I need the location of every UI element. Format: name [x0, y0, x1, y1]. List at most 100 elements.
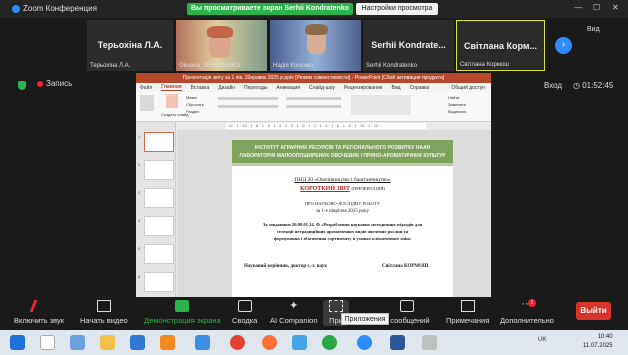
view-settings-button[interactable]: Настройки просмотра: [356, 3, 438, 15]
ppt-title-bar: Презентація звіту за 1 пів. 20нравок 202…: [136, 73, 491, 83]
slide-thumbnail[interactable]: [144, 132, 174, 152]
more-button[interactable]: ··· 1 Дополнительно: [500, 299, 554, 326]
paragraph-row[interactable]: [286, 97, 341, 100]
app-icon[interactable]: [422, 335, 437, 350]
chat-button[interactable]: и сообщений: [384, 300, 430, 325]
participant-tile[interactable]: Терьохіна Л.А. Терьохіна Л.А.: [87, 20, 173, 71]
ppt-tab-home[interactable]: Главная: [161, 84, 182, 91]
windows-start-icon[interactable]: [10, 335, 25, 350]
minimize-button[interactable]: —: [574, 3, 582, 12]
task-line-3: формування і збагачення сортименту в умо…: [273, 236, 412, 241]
pnd-line: ПНД 20 «Овочівництво і баштанництво»: [232, 177, 453, 183]
supervisor-name: Світлана КОРМОШ: [382, 264, 429, 269]
current-slide[interactable]: ІНСТИТУТ АГРАРНИХ РЕСУРСІВ ТА РЕГІОНАЛЬН…: [232, 140, 453, 297]
torrent-icon[interactable]: [322, 335, 337, 350]
app-icon[interactable]: [292, 335, 307, 350]
ppt-tab-review[interactable]: Рецензирование: [344, 85, 383, 91]
maximize-button[interactable]: ☐: [593, 3, 600, 12]
slide-header: ІНСТИТУТ АГРАРНИХ РЕСУРСІВ ТА РЕГІОНАЛЬН…: [232, 140, 453, 163]
thumb-number: 5: [138, 246, 141, 251]
about-line: ПРО НАУКОВО-ДОСЛІДНУ РОБОТУ: [304, 201, 381, 206]
ppt-tab-file[interactable]: Файл: [140, 85, 152, 91]
ppt-tab-view[interactable]: Вид: [392, 85, 401, 91]
participant-tile[interactable]: Serhii Kondrate... Serhii Kondratenko: [363, 20, 454, 71]
slide-thumbnail[interactable]: [144, 244, 174, 264]
microphone-muted-icon: [29, 300, 49, 312]
record-label: Запись: [46, 79, 73, 88]
ppt-tab-insert[interactable]: Вставка: [191, 85, 210, 91]
ppt-tab-design[interactable]: Дизайн: [218, 85, 235, 91]
slide-thumbnail[interactable]: [144, 216, 174, 236]
enter-label[interactable]: Вход: [544, 81, 562, 90]
clock-icon: ◷: [573, 81, 580, 90]
participant-caption: Serhii Kondratenko: [366, 63, 418, 69]
paste-icon[interactable]: [140, 95, 154, 111]
reset-button[interactable]: Сбросить: [186, 102, 204, 107]
notes-button[interactable]: Примечания: [446, 300, 489, 325]
app-icon[interactable]: [160, 335, 175, 350]
report-title-line: КОРОТКИЙ ЗВІТ (ПРЕЗЕНТАЦІЯ): [232, 186, 453, 192]
participant-tile[interactable]: Надія Косенко: [270, 20, 361, 71]
find-button[interactable]: Найти: [448, 95, 459, 100]
slide-thumbnail[interactable]: [144, 272, 174, 292]
select-button[interactable]: Выделить: [448, 109, 466, 114]
chevron-right-icon: ›: [561, 39, 566, 50]
system-clock[interactable]: 10:40 11.07.2025: [583, 333, 613, 351]
participant-name: Світлана Корм...: [463, 41, 537, 51]
new-slide-label[interactable]: Создать слайд: [161, 112, 188, 117]
align-row[interactable]: [286, 105, 341, 108]
search-icon[interactable]: [40, 335, 55, 350]
task-line-1: За завданням 20.00.01.24. Ф «Розроблення…: [262, 222, 423, 227]
shared-screen-powerpoint: Презентація звіту за 1 пів. 20нравок 202…: [136, 73, 491, 297]
word-icon[interactable]: [390, 335, 405, 350]
close-button[interactable]: ✕: [612, 3, 619, 12]
view-menu[interactable]: Вид: [587, 26, 600, 33]
task-view-icon[interactable]: [70, 335, 85, 350]
next-participants-button[interactable]: ›: [555, 37, 572, 54]
leave-button[interactable]: Выйти: [576, 302, 611, 320]
font-name-box[interactable]: [218, 97, 278, 100]
share-screen-icon: [175, 300, 190, 312]
share-banner: Вы просматриваете экран Serhii Kondraten…: [187, 3, 353, 15]
participant-tile-active[interactable]: Світлана Корм... Світлана Кормош: [456, 20, 545, 71]
zoom-icon[interactable]: [357, 335, 372, 350]
app-title: Zoom Конференция: [12, 4, 97, 13]
replace-button[interactable]: Заменить: [448, 102, 466, 107]
ppt-tab-animation[interactable]: Анимация: [277, 85, 300, 91]
clock-date: 11.07.2025: [583, 343, 613, 349]
file-explorer-icon[interactable]: [100, 335, 115, 350]
drawing-shapes[interactable]: [351, 95, 411, 115]
participant-tile[interactable]: Oksana_SERHIIENKO: [176, 20, 267, 71]
shield-icon[interactable]: [18, 81, 26, 90]
ai-companion-button[interactable]: ✦ AI Companion: [270, 300, 318, 325]
share-screen-label: Демонстрация экрана: [144, 316, 221, 325]
slide-thumbnail[interactable]: [144, 160, 174, 180]
ruler: · 12 · 1 · 10 · 1 · 8 · 1 · 6 · 1 · 4 · …: [226, 123, 426, 129]
windows-taskbar: UK 10:40 11.07.2025: [0, 330, 628, 355]
section-button[interactable]: Раздел: [186, 109, 199, 114]
font-format-row[interactable]: [218, 105, 278, 108]
recording-indicator[interactable]: Запись: [37, 79, 72, 88]
share-screen-button[interactable]: Демонстрация экрана: [144, 300, 221, 325]
ppt-tab-slideshow[interactable]: Слайд-шоу: [309, 85, 335, 91]
slide-thumbnail[interactable]: [144, 188, 174, 208]
ppt-tab-help[interactable]: Справка: [410, 85, 430, 91]
new-slide-icon[interactable]: [166, 94, 178, 108]
app-icon[interactable]: [195, 335, 210, 350]
sparkle-icon: ✦: [289, 300, 299, 312]
participant-caption: Oksana_SERHIIENKO: [179, 63, 241, 69]
ppt-tab-transitions[interactable]: Переходы: [244, 85, 267, 91]
language-indicator[interactable]: UK: [538, 337, 546, 343]
mail-icon[interactable]: [130, 335, 145, 350]
thumb-number: 1: [138, 134, 141, 139]
ppt-share-button[interactable]: Общий доступ: [451, 85, 485, 91]
chrome-icon[interactable]: [230, 335, 245, 350]
layout-button[interactable]: Макет: [186, 95, 197, 100]
unmute-button[interactable]: Включить звук: [14, 300, 64, 325]
firefox-icon[interactable]: [262, 335, 277, 350]
ai-companion-label: AI Companion: [270, 316, 318, 325]
summary-button[interactable]: Сводка: [232, 300, 257, 325]
start-video-button[interactable]: Начать видео: [80, 300, 128, 325]
meeting-timer: ◷ 01:52:45: [573, 81, 613, 90]
person-hair: [305, 24, 328, 35]
